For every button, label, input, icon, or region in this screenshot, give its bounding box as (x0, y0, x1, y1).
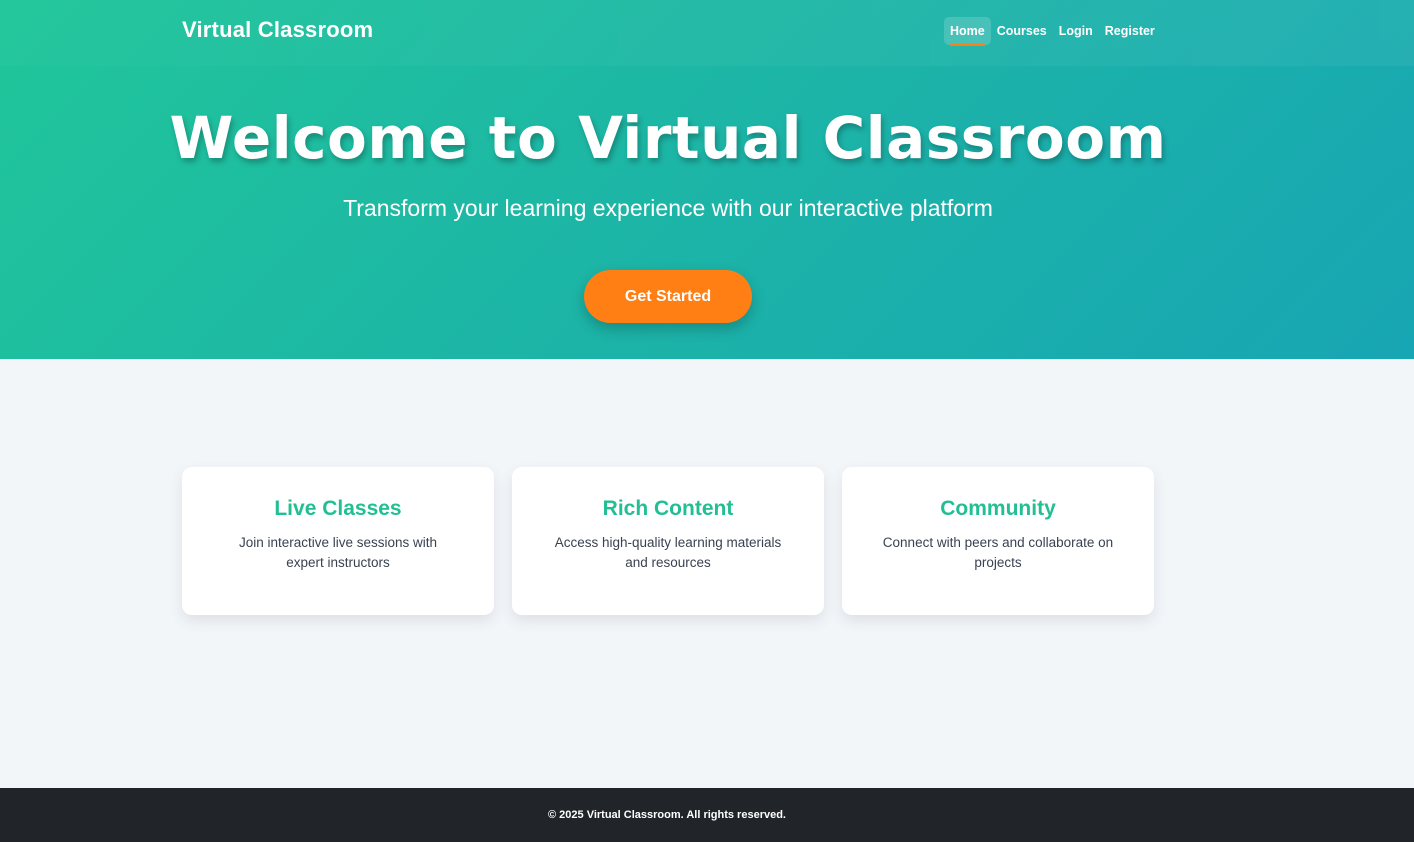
brand-logo[interactable]: Virtual Classroom (182, 17, 373, 43)
page-footer: © 2025 Virtual Classroom. All rights res… (0, 788, 1414, 842)
nav-register[interactable]: Register (1099, 17, 1161, 45)
feature-description: Access high-quality learning materials a… (554, 535, 782, 570)
feature-card-live-classes: Live Classes Join interactive live sessi… (182, 467, 494, 615)
nav-courses[interactable]: Courses (991, 17, 1053, 45)
feature-title: Community (940, 497, 1056, 520)
nav-login[interactable]: Login (1053, 17, 1099, 45)
feature-card-community: Community Connect with peers and collabo… (842, 467, 1154, 615)
hero-subtitle: Transform your learning experience with … (343, 195, 993, 221)
feature-description: Connect with peers and collaborate on pr… (882, 535, 1114, 570)
hero-title: Welcome to Virtual Classroom (169, 104, 1167, 172)
nav-home[interactable]: Home (944, 17, 991, 46)
copyright-text: © 2025 Virtual Classroom. All rights res… (548, 809, 786, 821)
feature-title: Rich Content (602, 497, 734, 520)
features-section: Live Classes Join interactive live sessi… (182, 467, 1154, 615)
hero-section: Virtual Classroom Home Courses Login Reg… (0, 0, 1414, 359)
feature-description: Join interactive live sessions with expe… (238, 535, 438, 570)
feature-title: Live Classes (274, 497, 402, 520)
feature-card-rich-content: Rich Content Access high-quality learnin… (512, 467, 824, 615)
get-started-button[interactable]: Get Started (584, 270, 752, 323)
main-nav: Home Courses Login Register (944, 16, 1161, 46)
